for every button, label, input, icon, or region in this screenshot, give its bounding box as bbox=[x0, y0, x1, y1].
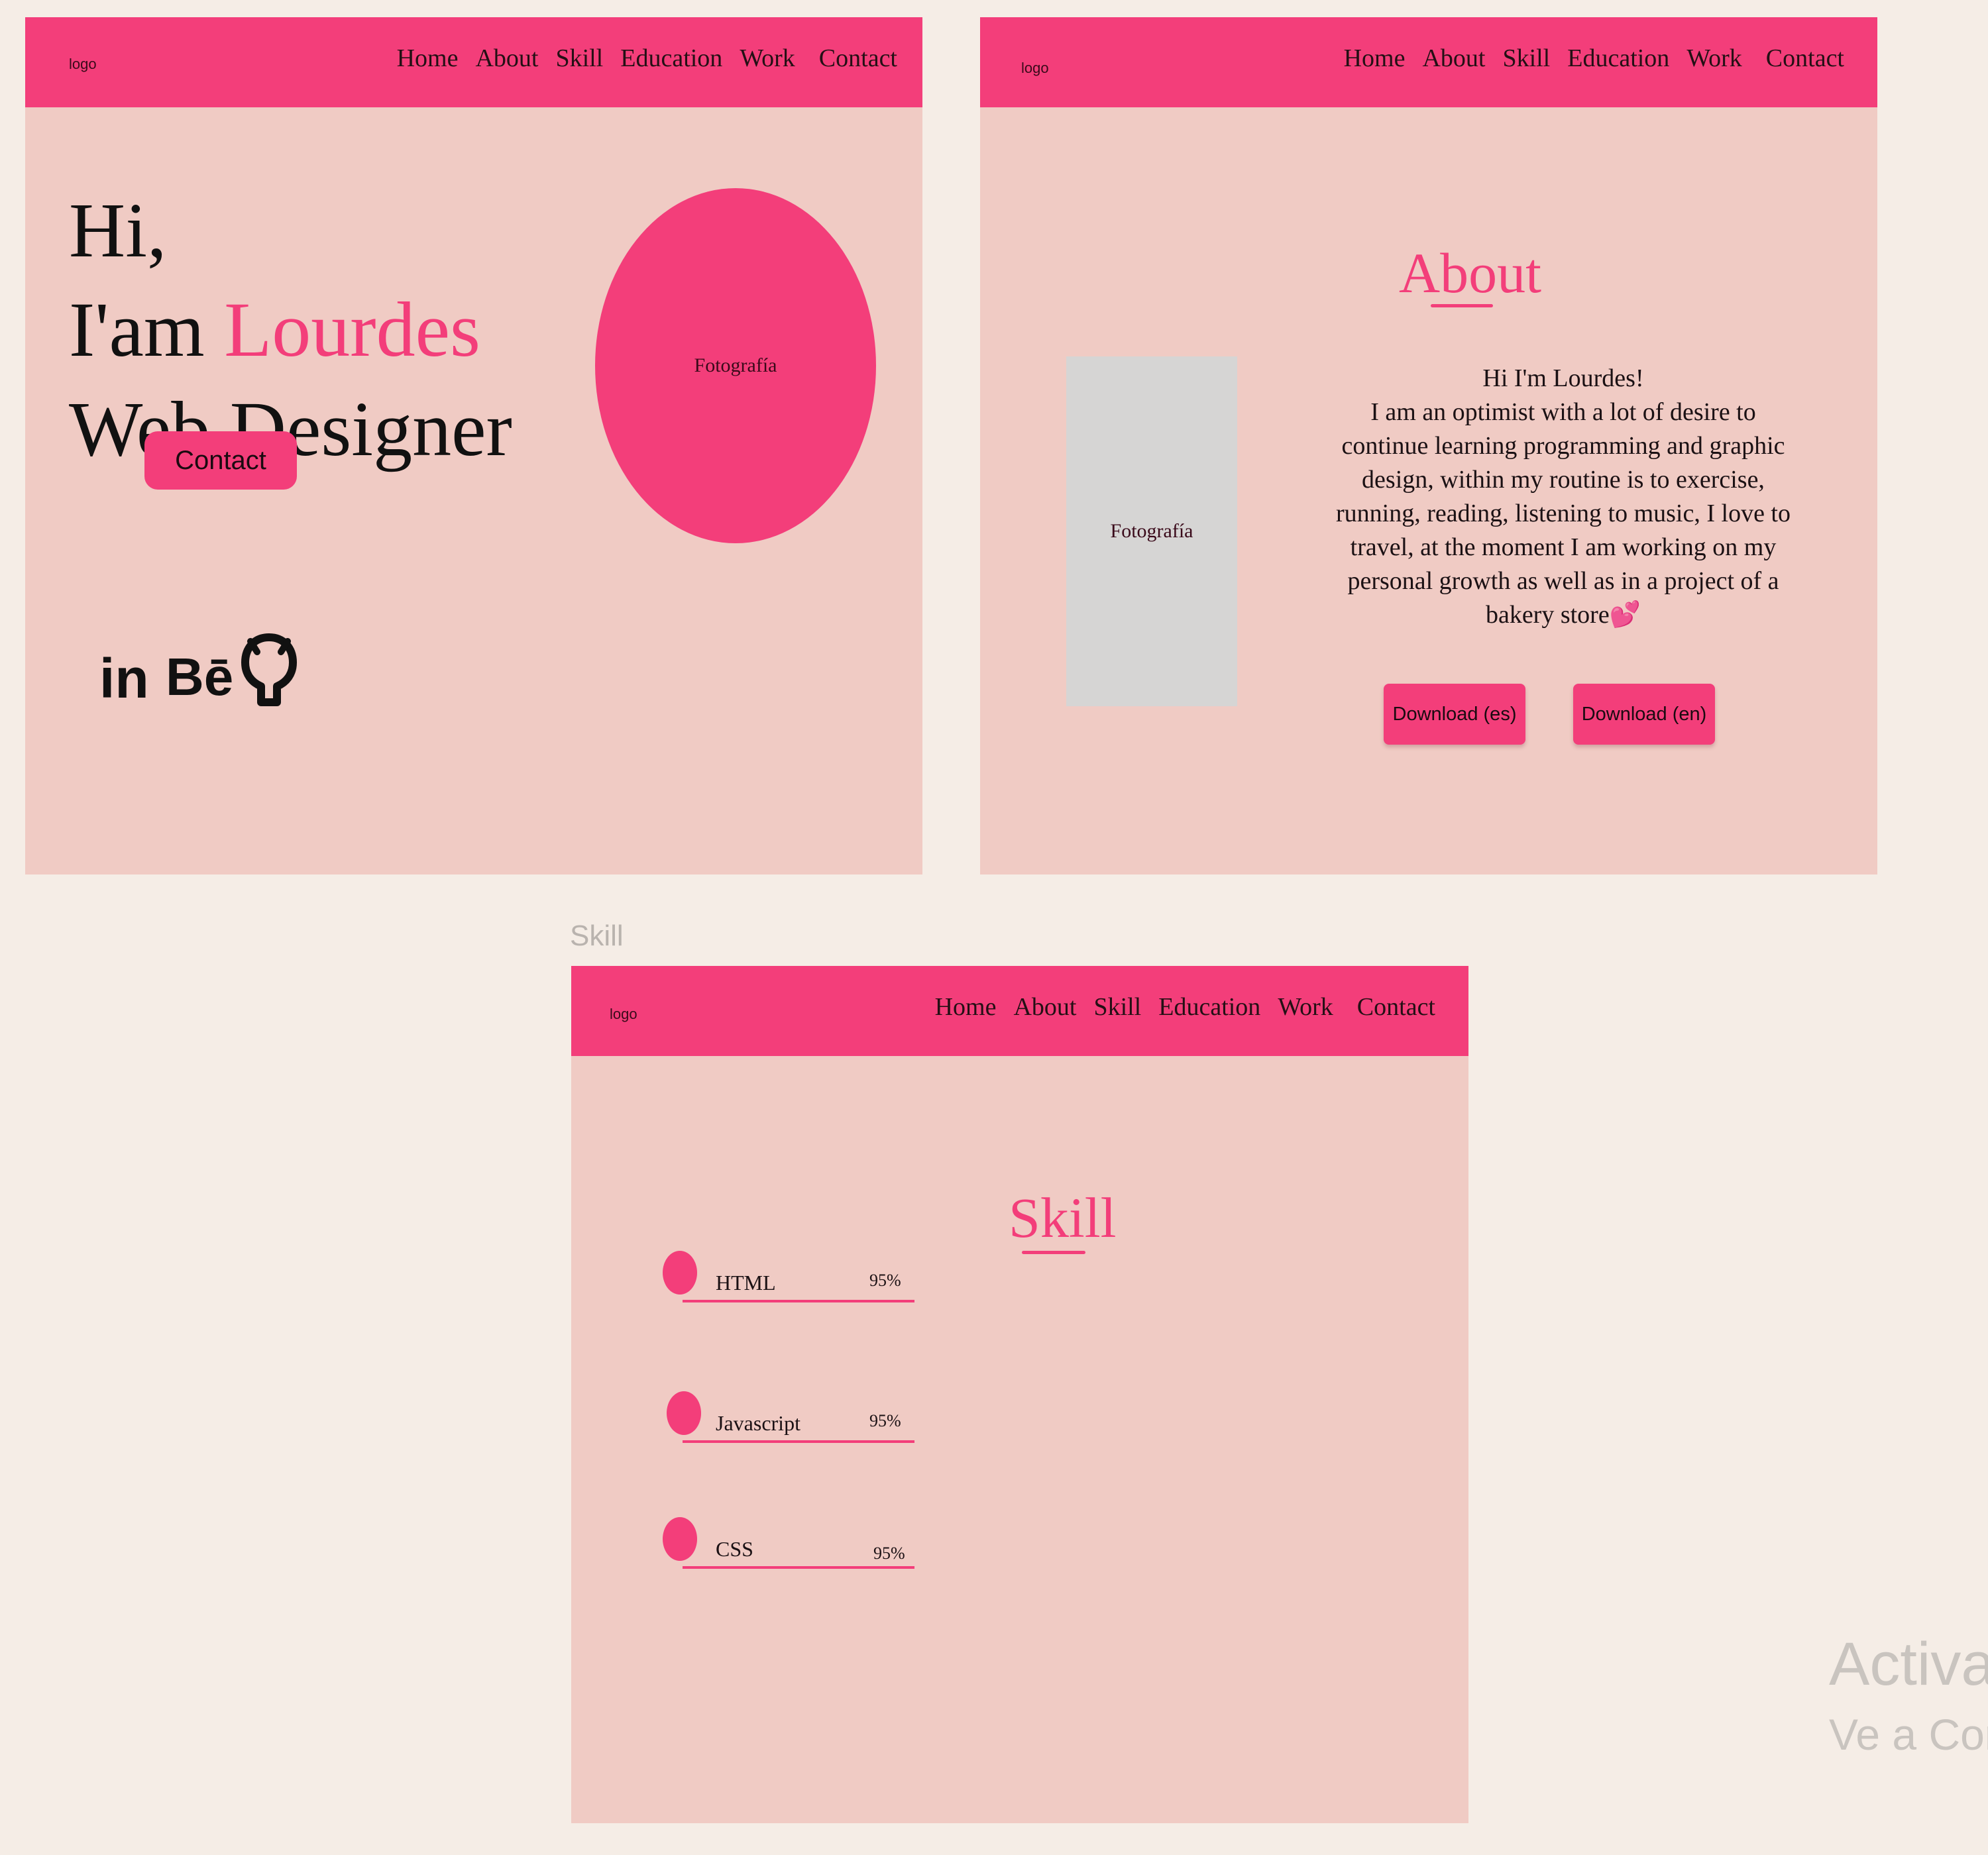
hero-greeting: Hi, bbox=[69, 187, 167, 274]
skill-progress-fill bbox=[683, 1566, 903, 1569]
nav-menu: Home About Skill Education Work Contact bbox=[1344, 44, 1844, 73]
nav-education[interactable]: Education bbox=[620, 44, 722, 73]
skill-percent: 95% bbox=[869, 1271, 901, 1290]
about-greeting: Hi I'm Lourdes! bbox=[1482, 364, 1644, 392]
nav-work[interactable]: Work bbox=[1686, 44, 1741, 73]
activation-watermark-line1: Activar bbox=[1829, 1630, 1988, 1698]
photo-label: Fotografía bbox=[694, 354, 777, 376]
nav-menu: Home About Skill Education Work Contact bbox=[397, 44, 897, 73]
skill-item-javascript: Javascript 95% bbox=[663, 1391, 914, 1451]
nav-work[interactable]: Work bbox=[740, 44, 795, 73]
nav-menu: Home About Skill Education Work Contact bbox=[935, 992, 1435, 1022]
download-cv-es-button[interactable]: Download (es) bbox=[1384, 684, 1525, 745]
hero-name: Lourdes bbox=[224, 286, 480, 373]
heart-icon: 💕 bbox=[1609, 601, 1641, 629]
skill-title: Skill bbox=[1009, 1186, 1117, 1249]
navbar: logo Home About Skill Education Work Con… bbox=[980, 17, 1877, 107]
logo[interactable]: logo bbox=[1021, 60, 1049, 77]
nav-education[interactable]: Education bbox=[1158, 992, 1260, 1022]
skill-percent: 95% bbox=[873, 1544, 905, 1563]
about-body: I am an optimist with a lot of desire to… bbox=[1335, 398, 1791, 629]
skill-frame: logo Home About Skill Education Work Con… bbox=[571, 966, 1468, 1823]
skill-icon bbox=[667, 1391, 701, 1435]
nav-about[interactable]: About bbox=[1422, 44, 1485, 73]
about-title-underline bbox=[1431, 304, 1493, 307]
nav-contact[interactable]: Contact bbox=[1357, 992, 1435, 1022]
nav-contact[interactable]: Contact bbox=[819, 44, 897, 73]
navbar: logo Home About Skill Education Work Con… bbox=[25, 17, 922, 107]
about-bio: Hi I'm Lourdes! I am an optimist with a … bbox=[1325, 362, 1802, 632]
photo-label: Fotografía bbox=[1110, 520, 1193, 542]
nav-home[interactable]: Home bbox=[1344, 44, 1406, 73]
github-icon[interactable] bbox=[241, 633, 297, 710]
skill-name: CSS bbox=[716, 1537, 753, 1561]
skill-name: HTML bbox=[716, 1271, 776, 1295]
skill-progress-fill bbox=[683, 1440, 903, 1443]
skill-progress-fill bbox=[683, 1300, 903, 1302]
about-title: About bbox=[1399, 241, 1541, 305]
skill-progress-bar bbox=[683, 1440, 914, 1443]
skill-item-css: CSS 95% bbox=[663, 1517, 914, 1577]
nav-work[interactable]: Work bbox=[1278, 992, 1333, 1022]
nav-contact[interactable]: Contact bbox=[1766, 44, 1844, 73]
nav-home[interactable]: Home bbox=[935, 992, 997, 1022]
skill-frame-label: Skill bbox=[570, 920, 624, 952]
behance-icon[interactable]: Bē bbox=[166, 647, 233, 708]
nav-about[interactable]: About bbox=[475, 44, 538, 73]
skill-icon bbox=[663, 1517, 697, 1561]
skill-progress-bar bbox=[683, 1566, 914, 1569]
skill-percent: 95% bbox=[869, 1411, 901, 1430]
home-frame: logo Home About Skill Education Work Con… bbox=[25, 17, 922, 874]
nav-skill[interactable]: Skill bbox=[1502, 44, 1550, 73]
linkedin-icon[interactable]: in bbox=[99, 647, 149, 711]
activation-watermark-line2: Ve a Conf bbox=[1829, 1710, 1988, 1759]
skill-progress-bar bbox=[683, 1300, 914, 1302]
profile-photo-placeholder: Fotografía bbox=[595, 188, 876, 543]
skill-item-html: HTML 95% bbox=[663, 1251, 914, 1310]
nav-skill[interactable]: Skill bbox=[555, 44, 603, 73]
nav-skill[interactable]: Skill bbox=[1093, 992, 1141, 1022]
hero-intro: I'am Lourdes bbox=[69, 285, 480, 375]
nav-home[interactable]: Home bbox=[397, 44, 459, 73]
navbar: logo Home About Skill Education Work Con… bbox=[571, 966, 1468, 1056]
contact-button[interactable]: Contact bbox=[144, 431, 297, 490]
hero-intro-prefix: I'am bbox=[69, 286, 205, 373]
skill-name: Javascript bbox=[716, 1411, 801, 1435]
download-cv-en-button[interactable]: Download (en) bbox=[1573, 684, 1715, 745]
about-photo-placeholder: Fotografía bbox=[1066, 356, 1237, 706]
about-frame: logo Home About Skill Education Work Con… bbox=[980, 17, 1877, 874]
nav-about[interactable]: About bbox=[1013, 992, 1076, 1022]
logo[interactable]: logo bbox=[69, 56, 97, 73]
skill-icon bbox=[663, 1251, 697, 1295]
nav-education[interactable]: Education bbox=[1567, 44, 1669, 73]
logo[interactable]: logo bbox=[610, 1006, 637, 1023]
skill-title-underline bbox=[1022, 1251, 1085, 1254]
